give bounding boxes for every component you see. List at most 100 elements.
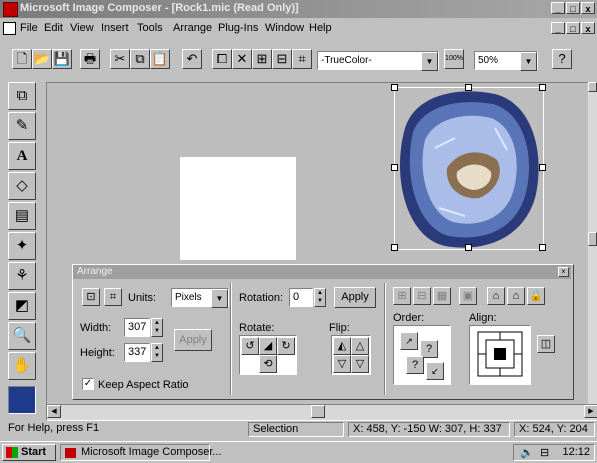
doc-minimize-button[interactable]: _	[551, 22, 565, 34]
rotation-input[interactable]: 0	[289, 288, 313, 307]
composition-canvas[interactable]	[180, 157, 296, 260]
cut-icon[interactable]: ✂	[110, 49, 130, 69]
ungroup-icon[interactable]: ⊟	[272, 49, 292, 69]
resize-handle[interactable]	[391, 164, 398, 171]
vertical-scroll-thumb[interactable]	[588, 232, 597, 246]
arrange-panel-title[interactable]: Arrange	[73, 265, 571, 279]
context-help-icon[interactable]: ?	[552, 49, 572, 69]
rotate-free-icon[interactable]: ⟲	[259, 355, 277, 373]
flip-vertical-alt-icon[interactable]: ▽	[351, 355, 369, 373]
horizontal-scroll-thumb[interactable]	[311, 405, 325, 418]
color-swatch[interactable]	[8, 386, 36, 414]
network-icon[interactable]: ⊟	[540, 446, 549, 459]
minimize-button[interactable]: _	[551, 2, 565, 14]
size-apply-button[interactable]: Apply	[174, 329, 212, 351]
volume-icon[interactable]: 🔈	[520, 446, 534, 459]
group-icon[interactable]: ⊞	[252, 49, 272, 69]
ungroup-sprites-icon[interactable]: ⊟	[413, 287, 431, 305]
paint-tool-icon[interactable]: ✎	[8, 112, 36, 140]
width-input[interactable]: 307	[124, 318, 150, 337]
app-icon[interactable]	[3, 2, 18, 17]
help-sprite-icon[interactable]: ⌂	[487, 287, 505, 305]
arrange-close-icon[interactable]: ×	[558, 267, 569, 277]
rotate-left-icon[interactable]: ↺	[241, 337, 259, 355]
menu-plugins[interactable]: Plug-Ins	[218, 22, 258, 34]
menu-edit[interactable]: Edit	[44, 22, 63, 34]
resize-handle[interactable]	[539, 244, 546, 251]
maximize-button[interactable]: □	[566, 2, 580, 14]
align-grid[interactable]	[469, 325, 531, 385]
shapes-tool-icon[interactable]: ◇	[8, 172, 36, 200]
bring-forward-icon[interactable]: ↗	[400, 332, 418, 350]
color-format-select[interactable]: -TrueColor- ▼	[317, 51, 439, 71]
flip-horizontal-alt-icon[interactable]: △	[351, 337, 369, 355]
undo-icon[interactable]: ↶	[182, 49, 202, 69]
color-fill-icon[interactable]: ▣	[459, 287, 477, 305]
save-icon[interactable]: 💾	[52, 49, 72, 69]
effects-tool-icon[interactable]: ✦	[8, 232, 36, 260]
fit-sprite-icon[interactable]: ⊡	[82, 288, 100, 306]
taskbar-app-button[interactable]: Microsoft Image Composer...	[60, 444, 222, 461]
new-icon[interactable]: 🗋	[12, 49, 32, 69]
clock[interactable]: 12:12	[562, 446, 590, 458]
zoom-tool-icon[interactable]: 🔍	[8, 322, 36, 350]
menu-help[interactable]: Help	[309, 22, 332, 34]
lock-icon[interactable]: 🔒	[527, 287, 545, 305]
units-select[interactable]: Pixels ▼	[171, 288, 229, 308]
vertical-scrollbar[interactable]	[588, 82, 597, 404]
rotation-apply-button[interactable]: Apply	[334, 287, 376, 308]
rotation-spinner[interactable]: ▲ ▼	[314, 288, 326, 307]
warps-tool-icon[interactable]: ⚘	[8, 262, 36, 290]
zoom-select[interactable]: 50% ▼	[474, 51, 538, 71]
menu-insert[interactable]: Insert	[101, 22, 129, 34]
menu-view[interactable]: View	[70, 22, 94, 34]
chevron-down-icon[interactable]: ▼	[520, 52, 537, 71]
title-bar[interactable]: Microsoft Image Composer - [Rock1.mic (R…	[0, 0, 597, 18]
scroll-left-icon[interactable]: ◀	[47, 405, 61, 418]
delete-icon[interactable]: ✕	[232, 49, 252, 69]
resize-handle[interactable]	[465, 244, 472, 251]
group-sprites-icon[interactable]: ⊞	[393, 287, 411, 305]
height-input[interactable]: 337	[124, 343, 150, 362]
doc-close-button[interactable]: x	[581, 22, 595, 34]
width-spinner[interactable]: ▲ ▼	[151, 318, 163, 337]
horizontal-scrollbar[interactable]: ◀ ▶	[46, 404, 597, 421]
text-tool-icon[interactable]: A	[8, 142, 36, 170]
resize-handle[interactable]	[539, 164, 546, 171]
chevron-down-icon[interactable]: ▼	[421, 52, 438, 71]
close-button[interactable]: x	[581, 2, 595, 14]
patterns-tool-icon[interactable]: ▤	[8, 202, 36, 230]
color-tuning-icon[interactable]: ◩	[8, 292, 36, 320]
print-icon[interactable]: 🖶	[80, 49, 100, 69]
resize-handle[interactable]	[465, 84, 472, 91]
chevron-down-icon[interactable]: ▼	[211, 289, 228, 308]
flip-horizontal-icon[interactable]: ◭	[333, 337, 351, 355]
send-backward-icon[interactable]: ?	[406, 356, 424, 374]
crop-sprite-icon[interactable]: ⌗	[104, 288, 122, 306]
rotate-right-icon[interactable]: ↻	[277, 337, 295, 355]
keep-aspect-checkbox[interactable]: ✓	[82, 378, 94, 390]
resize-handle[interactable]	[391, 84, 398, 91]
start-button[interactable]: Start	[2, 444, 56, 461]
selected-sprite[interactable]	[391, 84, 546, 251]
height-spinner[interactable]: ▲ ▼	[151, 343, 163, 362]
menu-file[interactable]: File	[20, 22, 38, 34]
copy-icon[interactable]: ⧉	[130, 49, 150, 69]
flip-vertical-icon[interactable]: ▽	[333, 355, 351, 373]
doc-restore-button[interactable]: □	[566, 22, 580, 34]
scroll-up-icon[interactable]	[588, 82, 597, 92]
align-relative-icon[interactable]: ◫	[537, 335, 555, 353]
resize-handle[interactable]	[391, 244, 398, 251]
arrange-tool-icon[interactable]: ⧉	[8, 82, 36, 110]
duplicate-icon[interactable]: ⧠	[212, 49, 232, 69]
menu-tools[interactable]: Tools	[137, 22, 163, 34]
open-icon[interactable]: 📂	[32, 49, 52, 69]
rotate-handle[interactable]	[539, 84, 546, 91]
scroll-right-icon[interactable]: ▶	[584, 405, 597, 418]
paste-icon[interactable]: 📋	[150, 49, 170, 69]
crop-icon[interactable]: ⌗	[292, 49, 312, 69]
actual-size-button[interactable]: 100%	[444, 49, 464, 69]
send-to-back-icon[interactable]: ↙	[426, 362, 444, 380]
menu-window[interactable]: Window	[265, 22, 304, 34]
rotate-180-icon[interactable]: ◢	[259, 337, 277, 355]
